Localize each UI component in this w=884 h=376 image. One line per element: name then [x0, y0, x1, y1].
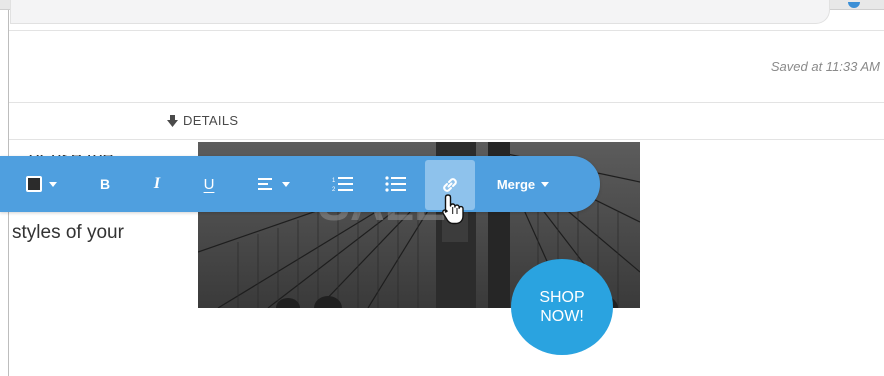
shop-now-line1: SHOP — [539, 289, 585, 306]
top-search-field[interactable] — [10, 0, 830, 24]
unordered-list-button[interactable] — [382, 156, 410, 212]
align-button[interactable] — [248, 156, 300, 212]
hand-pointer-cursor-icon — [442, 194, 464, 225]
status-row: Saved at 11:33 AM — [9, 30, 884, 102]
chevron-down-icon — [48, 181, 57, 187]
shop-now-badge[interactable]: SHOP NOW! — [511, 259, 613, 355]
link-icon — [443, 178, 457, 192]
chevron-down-icon — [541, 181, 550, 187]
body-text-line[interactable]: styles of your — [12, 222, 124, 244]
details-label: DETAILS — [183, 113, 239, 128]
italic-button[interactable]: I — [146, 156, 168, 212]
italic-icon: I — [153, 175, 161, 192]
merge-label: Merge — [496, 176, 536, 192]
bold-button[interactable]: B — [94, 156, 116, 212]
svg-text:1: 1 — [332, 178, 336, 184]
ordered-list-icon: 1 2 — [332, 177, 353, 192]
merge-fields-dropdown[interactable]: Merge — [488, 156, 558, 212]
unordered-list-icon — [385, 176, 406, 192]
text-color-icon — [25, 176, 42, 192]
text-formatting-toolbar: B I U 1 2 Merge — [0, 156, 600, 212]
details-toggle-button[interactable]: DETAILS — [167, 113, 238, 128]
saved-status: Saved at 11:33 AM — [770, 59, 880, 74]
ordered-list-button[interactable]: 1 2 — [330, 156, 356, 212]
bold-icon: B — [99, 176, 111, 192]
svg-text:2: 2 — [332, 187, 336, 192]
shop-now-line2: NOW! — [540, 308, 584, 325]
details-bar: DETAILS — [9, 102, 884, 140]
align-left-icon — [258, 178, 272, 190]
text-color-button[interactable] — [18, 156, 64, 212]
underline-icon: U — [203, 175, 215, 193]
email-editor-page: Saved at 11:33 AM DETAILS ...or use the … — [0, 0, 884, 376]
arrow-down-icon — [167, 114, 178, 127]
chevron-down-icon — [282, 181, 290, 187]
underline-button[interactable]: U — [198, 156, 220, 212]
